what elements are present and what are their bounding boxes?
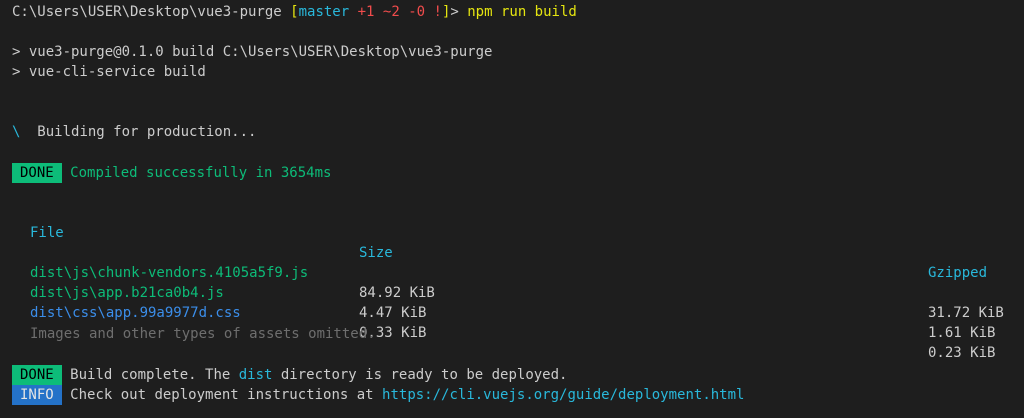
git-added: +1 bbox=[357, 4, 375, 20]
typed-command: npm run build bbox=[467, 4, 577, 20]
compile-message: Compiled successfully in 3654ms bbox=[70, 165, 332, 181]
asset-gzipped-size: 0.23 KiB bbox=[928, 345, 996, 361]
table-row: dist\js\app.b21ca0b4.js 4.47 KiB 1.61 Ki… bbox=[30, 263, 1020, 341]
done-badge: DONE bbox=[12, 163, 62, 183]
info-badge: INFO bbox=[12, 385, 62, 405]
build-spinner-line: \ Building for production... bbox=[12, 122, 256, 142]
deployment-guide-link[interactable]: https://cli.vuejs.org/guide/deployment.h… bbox=[382, 387, 744, 403]
asset-file-name: dist\css\app.99a9977d.css bbox=[30, 305, 241, 321]
asset-gzipped-size: 31.72 KiB bbox=[928, 305, 1004, 321]
dist-directory-name: dist bbox=[238, 367, 273, 383]
git-modified: ~2 bbox=[382, 4, 400, 20]
compile-status-line: DONE Compiled successfully in 3654ms bbox=[12, 163, 331, 183]
info-line: INFO Check out deployment instructions a… bbox=[12, 385, 744, 405]
git-branch: master bbox=[298, 4, 350, 20]
asset-table-header: File Size Gzipped bbox=[30, 203, 1020, 281]
git-dirty-mark: ! bbox=[433, 4, 442, 20]
git-deleted: -0 bbox=[408, 4, 426, 20]
asset-size: 4.47 KiB bbox=[359, 305, 427, 321]
done-badge: DONE bbox=[12, 365, 62, 385]
table-row: dist\css\app.99a9977d.css 0.33 KiB 0.23 … bbox=[30, 283, 1020, 361]
build-complete-prefix: Build complete. The bbox=[70, 367, 239, 383]
prompt-arrow: > bbox=[450, 4, 459, 20]
column-header-file: File bbox=[30, 225, 64, 241]
npm-script-line: > vue3-purge@0.1.0 build C:\Users\USER\D… bbox=[12, 44, 493, 60]
info-prefix: Check out deployment instructions at bbox=[70, 387, 383, 403]
assets-omitted-note: Images and other types of assets omitted… bbox=[30, 326, 376, 342]
prompt-path: C:\Users\USER\Desktop\vue3-purge bbox=[12, 4, 282, 20]
table-row: dist\js\chunk-vendors.4105a5f9.js 84.92 … bbox=[30, 243, 1020, 321]
spinner-text: Building for production... bbox=[37, 124, 257, 140]
branch-open-bracket: [ bbox=[290, 4, 299, 20]
build-complete-line: DONE Build complete. The dist directory … bbox=[12, 365, 567, 385]
build-complete-suffix: directory is ready to be deployed. bbox=[272, 367, 568, 383]
npm-script-line: > vue-cli-service build bbox=[12, 64, 206, 80]
prompt-line: C:\Users\USER\Desktop\vue3-purge [master… bbox=[12, 2, 577, 22]
